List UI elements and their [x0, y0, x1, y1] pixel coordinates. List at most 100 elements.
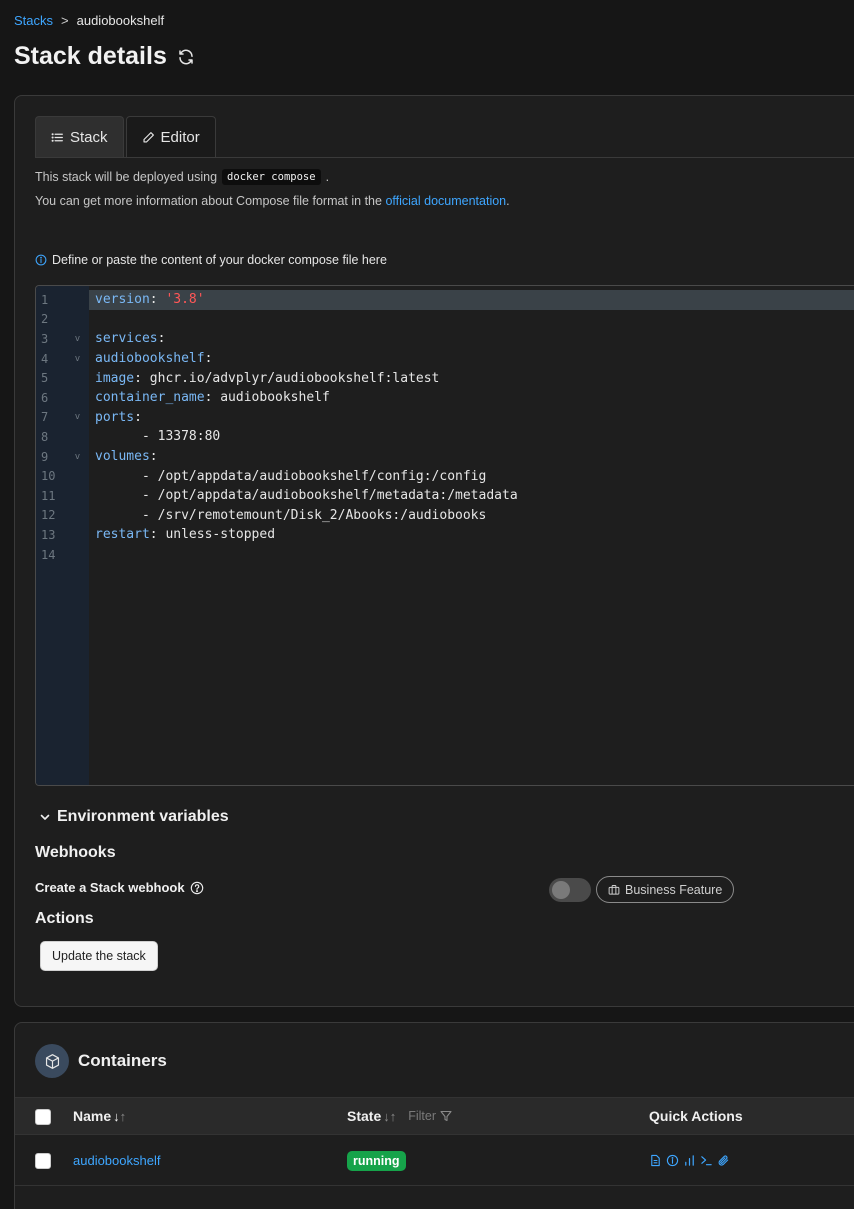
breadcrumb-current: audiobookshelf: [76, 13, 165, 28]
stack-details-card: Stack Editor This stack will be deployed…: [14, 95, 854, 1007]
tab-editor-label: Editor: [160, 129, 200, 146]
containers-header: Containers: [35, 1044, 167, 1078]
container-name-link[interactable]: audiobookshelf: [73, 1153, 160, 1168]
line-number: 4: [41, 351, 49, 366]
breadcrumb: Stacks > audiobookshelf: [14, 13, 164, 28]
breadcrumb-stacks-link[interactable]: Stacks: [14, 13, 53, 28]
deploy-command: docker compose: [222, 169, 321, 185]
code-line-7: 7v ports:: [36, 408, 854, 428]
fold-chevron-icon[interactable]: v: [66, 412, 89, 422]
code-line-2: 2: [36, 310, 854, 330]
quick-actions: [649, 1154, 730, 1167]
code-line-8: 8 - 13378:80: [36, 427, 854, 447]
line-number: 10: [41, 469, 56, 484]
compose-code-editor[interactable]: 1 version: '3.8' 2 3v services: 4v audio…: [35, 285, 854, 786]
code-line-3: 3v services:: [36, 329, 854, 349]
breadcrumb-separator: >: [61, 13, 69, 28]
attach-icon[interactable]: [717, 1154, 730, 1167]
editor-hint: Define or paste the content of your dock…: [35, 253, 387, 267]
code-line-6: 6 container_name: audiobookshelf: [36, 388, 854, 408]
environment-variables-label: Environment variables: [57, 808, 229, 825]
sort-icon: ↓↑: [113, 1108, 127, 1124]
deploy-info-text: This stack will be deployed using: [35, 170, 218, 184]
code-line-1: 1 version: '3.8': [36, 290, 854, 310]
column-header-name[interactable]: Name ↓↑: [73, 1098, 126, 1134]
code-line-13: 13 restart: unless-stopped: [36, 525, 854, 545]
column-header-state[interactable]: State ↓↑ Filter: [347, 1098, 452, 1134]
line-number: 14: [41, 547, 56, 562]
environment-variables-toggle[interactable]: Environment variables: [39, 808, 229, 826]
tab-editor[interactable]: Editor: [125, 116, 216, 158]
create-webhook-label: Create a Stack webhook: [35, 880, 204, 895]
update-stack-button[interactable]: Update the stack: [40, 941, 158, 971]
inspect-icon[interactable]: [666, 1154, 679, 1167]
fold-chevron-icon[interactable]: v: [66, 354, 89, 364]
refresh-icon[interactable]: [177, 48, 195, 66]
line-number: 2: [41, 312, 49, 327]
code-line-11: 11 - /opt/appdata/audiobookshelf/metadat…: [36, 486, 854, 506]
line-number: 5: [41, 371, 49, 386]
list-icon: [51, 133, 63, 142]
docs-info-suffix: .: [506, 194, 510, 208]
official-documentation-link[interactable]: official documentation: [385, 194, 506, 208]
deploy-info: This stack will be deployed using docker…: [35, 169, 329, 185]
webhooks-title: Webhooks: [35, 844, 116, 861]
column-state-label: State: [347, 1108, 382, 1124]
page-title: Stack details: [14, 42, 167, 70]
row-checkbox[interactable]: [35, 1153, 51, 1169]
code-line-10: 10 - /opt/appdata/audiobookshelf/config:…: [36, 466, 854, 486]
docs-info: You can get more information about Compo…: [35, 194, 510, 208]
tabs-divider: [35, 157, 854, 158]
actions-title: Actions: [35, 910, 94, 927]
containers-card: Containers Name ↓↑ State ↓↑ Filter Quick…: [14, 1022, 854, 1209]
chevron-down-icon: [40, 814, 50, 820]
deploy-info-suffix: .: [325, 170, 330, 184]
editor-hint-text: Define or paste the content of your dock…: [52, 253, 387, 267]
line-number: 9: [41, 449, 49, 464]
docs-info-text: You can get more information about Compo…: [35, 194, 382, 208]
line-number: 8: [41, 429, 49, 444]
tab-stack[interactable]: Stack: [35, 116, 124, 158]
line-number: 3: [41, 331, 49, 346]
create-webhook-text: Create a Stack webhook: [35, 880, 185, 895]
line-number: 11: [41, 488, 56, 503]
briefcase-icon: [608, 884, 620, 895]
container-name-cell: audiobookshelf: [73, 1136, 160, 1185]
code-line-12: 12 - /srv/remotemount/Disk_2/Abooks:/aud…: [36, 506, 854, 526]
code-line-14: 14: [36, 545, 854, 565]
column-name-label: Name: [73, 1108, 112, 1124]
state-filter[interactable]: Filter: [408, 1109, 452, 1123]
switch-knob: [552, 881, 570, 899]
containers-title: Containers: [78, 1051, 167, 1070]
code-line-9: 9v volumes:: [36, 447, 854, 467]
select-all-checkbox[interactable]: [35, 1109, 51, 1125]
cube-icon: [35, 1044, 69, 1078]
line-number: 13: [41, 527, 56, 542]
stats-icon[interactable]: [683, 1154, 696, 1167]
container-state-cell: running: [347, 1136, 406, 1185]
fold-chevron-icon[interactable]: v: [66, 334, 89, 344]
filter-icon: [440, 1110, 452, 1122]
containers-table-header: Name ↓↑ State ↓↑ Filter Quick Actions: [15, 1097, 854, 1135]
logs-icon[interactable]: [649, 1154, 662, 1167]
fold-chevron-icon[interactable]: v: [66, 452, 89, 462]
line-number: 1: [41, 292, 49, 307]
line-number: 12: [41, 508, 56, 523]
sort-icon: ↓↑: [383, 1108, 397, 1124]
status-badge: running: [347, 1150, 406, 1171]
help-icon[interactable]: [190, 881, 204, 895]
webhook-toggle-switch[interactable]: [549, 878, 591, 902]
line-number: 6: [41, 390, 49, 405]
info-icon: [35, 254, 47, 266]
filter-label: Filter: [408, 1109, 437, 1123]
page-header: Stack details: [14, 42, 195, 71]
quick-actions-cell: [649, 1136, 730, 1185]
line-number: 7: [41, 410, 49, 425]
business-feature-label: Business Feature: [625, 882, 723, 897]
column-header-quick-actions: Quick Actions: [649, 1108, 743, 1124]
table-row: audiobookshelf running: [15, 1136, 854, 1186]
console-icon[interactable]: [700, 1154, 713, 1167]
tab-bar: Stack Editor: [35, 116, 216, 158]
pencil-icon: [142, 132, 154, 143]
code-line-5: 5 image: ghcr.io/advplyr/audiobookshelf:…: [36, 368, 854, 388]
